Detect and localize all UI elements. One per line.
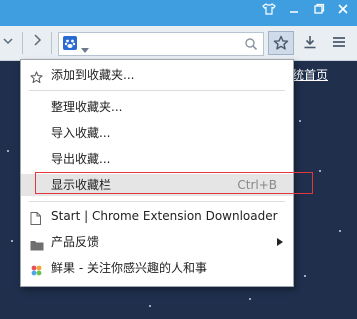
title-bar	[0, 0, 357, 26]
menu-item-xianguo[interactable]: 鲜果 - 关注你感兴趣的人和事	[21, 257, 293, 279]
highlight-box	[35, 172, 313, 194]
menu-item-export-bookmarks[interactable]: 导出收藏...	[21, 148, 293, 170]
menu-separator	[29, 90, 285, 91]
download-icon[interactable]	[297, 31, 323, 55]
xianguo-icon	[30, 262, 42, 276]
homepage-link[interactable]: 统首页	[292, 66, 328, 83]
menu-separator	[29, 201, 285, 202]
menu-item-label: 产品反馈	[51, 235, 100, 249]
search-icon[interactable]	[244, 36, 258, 51]
forward-icon[interactable]	[27, 34, 47, 52]
menu-item-label: 整理收藏夹...	[51, 100, 123, 114]
menu-item-start-chrome-extension[interactable]: Start | Chrome Extension Downloader	[21, 205, 293, 227]
bookmark-star-icon[interactable]	[268, 31, 294, 55]
menu-item-organize-bookmarks[interactable]: 整理收藏夹...	[21, 96, 293, 118]
menu-item-label: 添加到收藏夹...	[51, 68, 135, 82]
restore-icon[interactable]	[309, 3, 329, 21]
menu-item-label: 导入收藏...	[51, 126, 111, 140]
bookmark-menu: 添加到收藏夹... 整理收藏夹... 导入收藏... 导出收藏... 显示收藏栏…	[20, 59, 313, 287]
toolbar-divider	[51, 32, 52, 54]
shirt-icon[interactable]	[259, 3, 279, 21]
star-outline-icon	[30, 69, 43, 84]
toolbar-divider	[22, 32, 23, 54]
submenu-arrow-icon	[277, 231, 283, 253]
menu-item-label: 鲜果 - 关注你感兴趣的人和事	[51, 261, 207, 275]
menu-item-product-feedback[interactable]: 产品反馈	[21, 231, 293, 253]
baidu-paw-icon[interactable]	[63, 36, 77, 50]
minimize-icon[interactable]	[284, 3, 304, 21]
menu-item-add-bookmark[interactable]: 添加到收藏夹...	[21, 64, 293, 86]
menu-item-label: Start | Chrome Extension Downloader	[51, 209, 278, 223]
chevron-down-icon[interactable]	[0, 34, 18, 52]
page-icon	[30, 210, 42, 225]
address-bar[interactable]	[58, 32, 264, 56]
folder-icon	[30, 236, 44, 251]
site-dropdown-icon[interactable]	[81, 39, 91, 53]
menu-item-import-bookmarks[interactable]: 导入收藏...	[21, 122, 293, 144]
menu-icon[interactable]	[326, 31, 352, 55]
menu-item-label: 导出收藏...	[51, 152, 111, 166]
close-icon[interactable]	[333, 3, 353, 21]
